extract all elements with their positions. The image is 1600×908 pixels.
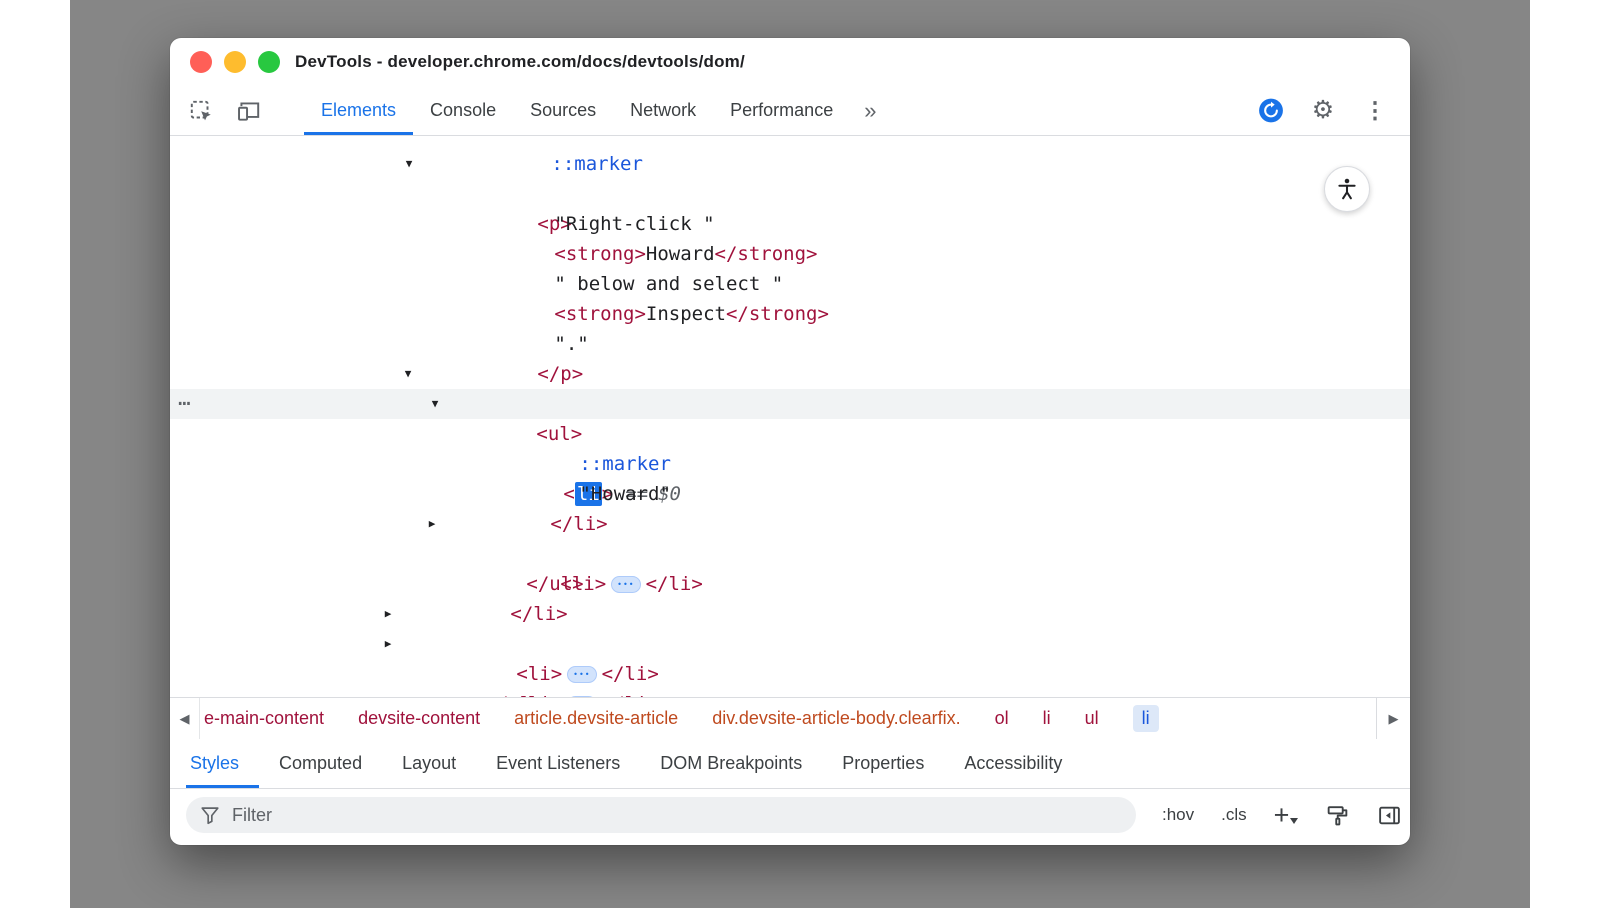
tab-properties[interactable]: Properties — [822, 739, 944, 788]
panel-tabs: Elements Console Sources Network Perform… — [304, 86, 890, 135]
node-overflow-menu-icon[interactable]: ⋯ — [178, 388, 193, 418]
tab-console[interactable]: Console — [413, 86, 513, 135]
tab-elements[interactable]: Elements — [304, 86, 413, 135]
tab-performance-label: Performance — [730, 100, 833, 121]
plus-icon: + — [1274, 804, 1290, 826]
tab-styles-label: Styles — [190, 753, 239, 774]
accessibility-fab-button[interactable] — [1324, 166, 1370, 212]
tab-event-listeners-label: Event Listeners — [496, 753, 620, 774]
tab-styles[interactable]: Styles — [186, 739, 259, 788]
style-filter-input[interactable] — [186, 797, 1136, 833]
styles-filter-bar: :hov .cls + — [170, 789, 1410, 845]
element-classes-button[interactable]: .cls — [1221, 805, 1247, 825]
tab-performance[interactable]: Performance — [713, 86, 850, 135]
filter-funnel-icon — [199, 804, 221, 831]
devtools-window: DevTools - developer.chrome.com/docs/dev… — [170, 38, 1410, 845]
dom-node-li-collapsed[interactable]: ▶ <li>•••</li> — [170, 599, 1410, 629]
device-toolbar-icon[interactable] — [236, 98, 262, 124]
dom-node-ol-close[interactable]: </ol> — [170, 659, 1410, 689]
tab-sources-label: Sources — [530, 100, 596, 121]
sync-badge-icon[interactable] — [1258, 98, 1284, 124]
zoom-window-button[interactable] — [258, 51, 280, 73]
breadcrumb-item-article[interactable]: article.devsite-article — [514, 708, 678, 729]
elements-panel: ::marker ▼ <p> "Right-click " <strong>Ho… — [170, 136, 1410, 697]
inspect-element-icon[interactable] — [188, 98, 214, 124]
breadcrumb-item-li[interactable]: li — [1043, 708, 1051, 729]
tab-accessibility-label: Accessibility — [964, 753, 1062, 774]
dom-node-p-close[interactable]: </p> — [170, 329, 1410, 359]
dom-node-ul-open[interactable]: ▼ <ul> — [170, 359, 1410, 389]
tab-sources[interactable]: Sources — [513, 86, 613, 135]
settings-gear-icon[interactable]: ⚙ — [1310, 98, 1336, 124]
tab-dom-breakpoints-label: DOM Breakpoints — [660, 753, 802, 774]
paint-roller-icon[interactable] — [1325, 803, 1350, 828]
collapse-arrow-icon[interactable]: ▼ — [401, 149, 417, 179]
close-window-button[interactable] — [190, 51, 212, 73]
breadcrumb: e-main-content devsite-content article.d… — [170, 697, 1410, 739]
tab-properties-label: Properties — [842, 753, 924, 774]
expand-arrow-icon[interactable]: ▶ — [380, 629, 396, 659]
tab-event-listeners[interactable]: Event Listeners — [476, 739, 640, 788]
toggle-element-state-button[interactable]: :hov — [1162, 805, 1194, 825]
tab-layout-label: Layout — [402, 753, 456, 774]
toggle-sidebar-icon[interactable] — [1377, 803, 1402, 828]
screenshot-canvas: DevTools - developer.chrome.com/docs/dev… — [0, 0, 1600, 908]
tab-network[interactable]: Network — [613, 86, 713, 135]
dom-node-strong[interactable]: <strong>Howard</strong> — [170, 209, 1410, 239]
more-tabs-icon[interactable]: » — [850, 86, 890, 135]
new-style-rule-button[interactable]: + — [1274, 804, 1299, 826]
tab-layout[interactable]: Layout — [382, 739, 476, 788]
dom-text-node[interactable]: "Howard" — [170, 449, 1410, 479]
breadcrumb-scroll-right-icon[interactable]: ▶ — [1376, 698, 1410, 739]
dom-node-li-collapsed[interactable]: ▶ <li>•••</li> — [170, 509, 1410, 539]
dom-node-marker-clipped[interactable]: ::marker — [170, 136, 1410, 149]
expand-arrow-icon[interactable]: ▶ — [424, 509, 440, 539]
devtools-toolbar: Elements Console Sources Network Perform… — [170, 86, 1410, 136]
breadcrumb-item-div[interactable]: div.devsite-article-body.clearfix. — [712, 708, 960, 729]
window-title: DevTools - developer.chrome.com/docs/dev… — [295, 52, 745, 72]
collapse-arrow-icon[interactable]: ▼ — [427, 389, 443, 419]
dom-node-marker[interactable]: ::marker — [170, 419, 1410, 449]
collapse-arrow-icon[interactable]: ▼ — [400, 359, 416, 389]
breadcrumb-item-main-content[interactable]: e-main-content — [204, 708, 324, 729]
dom-node-li-close[interactable]: </li> — [170, 479, 1410, 509]
dom-node-li-close[interactable]: </li> — [170, 569, 1410, 599]
dom-node-li-collapsed[interactable]: ▶ <li>•••</li> — [170, 629, 1410, 659]
tab-elements-label: Elements — [321, 100, 396, 121]
dom-text-node[interactable]: "." — [170, 299, 1410, 329]
dom-text-node[interactable]: "Right-click " — [170, 179, 1410, 209]
accessibility-person-icon — [1334, 176, 1360, 202]
tab-computed[interactable]: Computed — [259, 739, 382, 788]
more-options-icon[interactable]: ⋮ — [1362, 98, 1388, 124]
tab-network-label: Network — [630, 100, 696, 121]
plus-caret-icon — [1290, 818, 1298, 824]
dom-node-strong[interactable]: <strong>Inspect</strong> — [170, 269, 1410, 299]
dom-tree: ::marker ▼ <p> "Right-click " <strong>Ho… — [170, 136, 1410, 689]
breadcrumb-item-ol[interactable]: ol — [995, 708, 1009, 729]
breadcrumb-scroll-left-icon[interactable]: ◀ — [170, 698, 200, 739]
breadcrumb-item-devsite-content[interactable]: devsite-content — [358, 708, 480, 729]
dom-node-ul-close[interactable]: </ul> — [170, 539, 1410, 569]
dom-node-li-selected[interactable]: ⋯ ▼ <li>==$0 — [170, 389, 1410, 419]
tab-console-label: Console — [430, 100, 496, 121]
tab-computed-label: Computed — [279, 753, 362, 774]
breadcrumb-item-ul[interactable]: ul — [1085, 708, 1099, 729]
tab-dom-breakpoints[interactable]: DOM Breakpoints — [640, 739, 822, 788]
styles-pane-tabs: Styles Computed Layout Event Listeners D… — [170, 739, 1410, 789]
title-bar: DevTools - developer.chrome.com/docs/dev… — [170, 38, 1410, 86]
more-tabs-glyph: » — [864, 98, 876, 124]
tab-accessibility[interactable]: Accessibility — [944, 739, 1082, 788]
breadcrumb-item-li-selected[interactable]: li — [1133, 705, 1159, 732]
dom-node-p-open[interactable]: ▼ <p> — [170, 149, 1410, 179]
minimize-window-button[interactable] — [224, 51, 246, 73]
dom-text-node[interactable]: " below and select " — [170, 239, 1410, 269]
expand-arrow-icon[interactable]: ▶ — [380, 599, 396, 629]
